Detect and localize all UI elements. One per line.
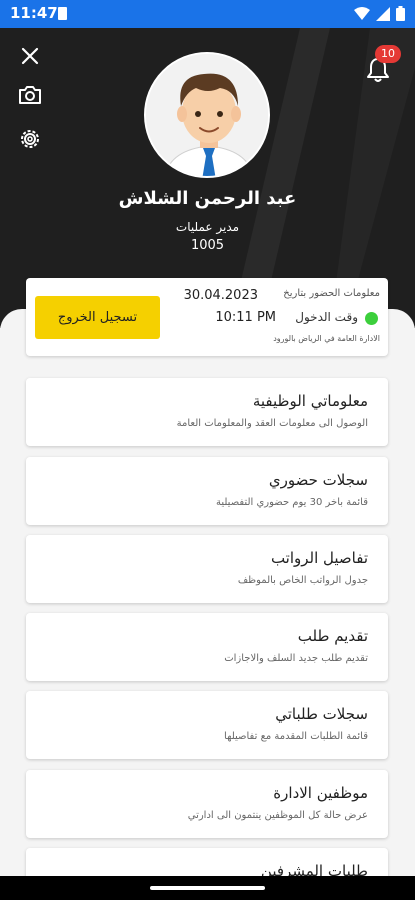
menu-item-title: سجلات طلباتي: [275, 705, 368, 723]
menu-item-salary-details[interactable]: تفاصيل الرواتب جدول الرواتب الخاص بالموظ…: [26, 535, 388, 603]
online-status-dot: [365, 312, 378, 325]
signal-icon: [376, 6, 390, 21]
status-time: 11:47: [10, 4, 58, 22]
user-name: عبد الرحمن الشلاش: [118, 188, 297, 209]
login-time-label: وقت الدخول: [295, 310, 358, 324]
menu-item-job-info[interactable]: معلوماتي الوظيفية الوصول الى معلومات الع…: [26, 378, 388, 446]
checkout-button[interactable]: تسجيل الخروج: [35, 296, 160, 339]
system-nav-bar: [0, 876, 415, 900]
menu-item-subtitle: تقديم طلب جديد السلف والاجازات: [224, 653, 368, 664]
wifi-icon: [354, 6, 370, 20]
menu-item-subtitle: قائمة الطلبات المقدمة مع تفاصيلها: [224, 731, 368, 742]
menu-item-subtitle: جدول الرواتب الخاص بالموظف: [237, 575, 368, 586]
home-gesture-handle[interactable]: [150, 886, 265, 890]
menu-item-subtitle: عرض حالة كل الموظفين ينتمون الى ادارتي: [187, 810, 368, 821]
notification-badge: 10: [375, 45, 401, 63]
attendance-location: الادارة العامة في الرياض بالورود: [273, 334, 380, 343]
battery-icon: [396, 6, 405, 21]
menu-item-subtitle: قائمة باخر 30 يوم حضوري التفصيلية: [215, 497, 368, 508]
status-icons: [354, 6, 405, 21]
menu-item-my-requests[interactable]: سجلات طلباتي قائمة الطلبات المقدمة مع تف…: [26, 691, 388, 759]
menu-item-title: تفاصيل الرواتب: [270, 549, 368, 567]
menu-item-title: سجلات حضوري: [268, 471, 368, 489]
menu-item-department-employees[interactable]: موظفين الادارة عرض حالة كل الموظفين ينتم…: [26, 770, 388, 838]
menu-item-submit-request[interactable]: تقديم طلب تقديم طلب جديد السلف والاجازات: [26, 613, 388, 681]
menu-item-title: معلوماتي الوظيفية: [252, 392, 368, 410]
settings-icon[interactable]: [17, 126, 43, 152]
attendance-card: معلومات الحضور بتاريخ 30.04.2023 وقت الد…: [26, 278, 388, 356]
menu-item-title: موظفين الادارة: [273, 784, 368, 802]
avatar-illustration: [146, 54, 268, 176]
menu-item-attendance-records[interactable]: سجلات حضوري قائمة باخر 30 يوم حضوري التف…: [26, 457, 388, 525]
status-bar: 11:47: [0, 0, 415, 28]
attendance-label: معلومات الحضور بتاريخ: [283, 288, 380, 299]
user-role: مدير عمليات: [175, 220, 240, 234]
avatar[interactable]: [144, 52, 270, 178]
sim-icon: [58, 7, 67, 20]
camera-icon[interactable]: [17, 82, 43, 108]
login-time: 10:11 PM: [215, 310, 276, 325]
menu-item-title: تقديم طلب: [297, 627, 368, 645]
user-id: 1005: [190, 238, 225, 253]
attendance-date: 30.04.2023: [183, 288, 258, 303]
close-icon[interactable]: [17, 43, 43, 69]
menu-item-subtitle: الوصول الى معلومات العقد والمعلومات العا…: [176, 418, 368, 429]
